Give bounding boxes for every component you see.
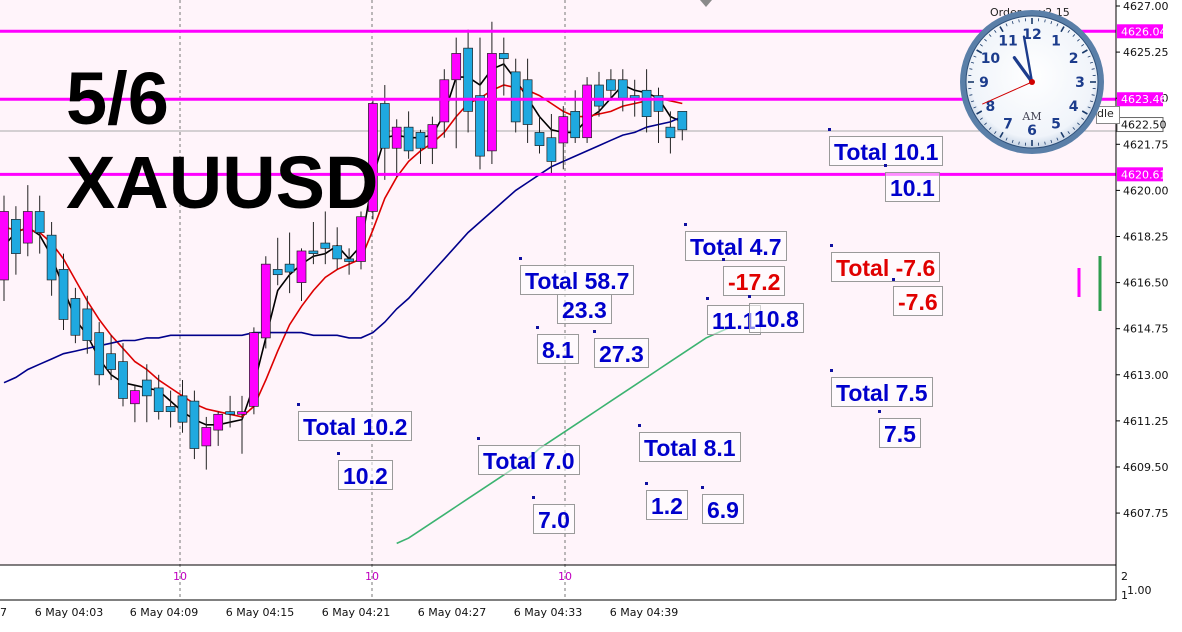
title-date: 5/6: [66, 57, 169, 140]
profit-annotation[interactable]: -17.2: [723, 266, 786, 296]
clock-number: 3: [1075, 75, 1085, 91]
clock-number: 11: [998, 33, 1017, 49]
price-tick-label: 4625.25: [1123, 46, 1169, 59]
profit-annotation[interactable]: 7.5: [879, 418, 921, 448]
profit-annotation[interactable]: 6.9: [702, 494, 744, 524]
chart-scroll-arrow-icon[interactable]: [700, 0, 712, 7]
clock-number: 1: [1051, 33, 1061, 49]
price-tick-label: 4618.25: [1123, 230, 1169, 243]
price-tick-label: 4627.00: [1123, 0, 1169, 13]
time-tick-label: 6 May 04:03: [35, 606, 103, 619]
annotation-anchor[interactable]: [830, 369, 833, 372]
separator-label: 10: [365, 570, 379, 583]
annotation-anchor[interactable]: [830, 244, 833, 247]
profit-annotation[interactable]: 7.0: [533, 504, 575, 534]
indicator-axis-label: 1.00: [1127, 584, 1152, 597]
profit-annotation[interactable]: 23.3: [557, 294, 612, 324]
annotation-anchor[interactable]: [684, 223, 687, 226]
candle: [249, 327, 259, 415]
candle: [260, 256, 271, 349]
profit-annotation[interactable]: 1.2: [646, 490, 688, 520]
price-tick-label: 4614.75: [1123, 323, 1169, 336]
separator-label: 10: [558, 570, 572, 583]
profit-annotation[interactable]: Total -7.6: [831, 252, 941, 282]
clock-number: 4: [1069, 99, 1079, 115]
time-tick-label: 6 May 04:39: [610, 606, 678, 619]
clock-number: 9: [979, 75, 989, 91]
annotation-anchor[interactable]: [297, 403, 300, 406]
profit-annotation[interactable]: Total 7.5: [831, 377, 933, 407]
analog-clock: 12 1 2 3 4 5 6 7 8 9 10 11 AM: [958, 8, 1106, 156]
candle: [582, 77, 592, 143]
annotation-anchor[interactable]: [645, 482, 648, 485]
indicator-axis-label: 2: [1121, 570, 1128, 583]
time-tick-label: 7: [0, 606, 7, 619]
time-tick-label: 6 May 04:15: [226, 606, 294, 619]
title-symbol: XAUUSD: [66, 141, 379, 224]
indicator-axis-label: 1: [1121, 589, 1128, 602]
clock-center: [1029, 79, 1035, 85]
separator-label: 10: [173, 570, 187, 583]
annotation-anchor[interactable]: [706, 297, 709, 300]
profit-annotation[interactable]: 8.1: [537, 334, 579, 364]
time-tick-label: 6 May 04:27: [418, 606, 486, 619]
price-tick-label: 4611.25: [1123, 415, 1169, 428]
profit-annotation[interactable]: Total 7.0: [478, 445, 580, 475]
price-tick-label: 4607.75: [1123, 507, 1169, 520]
current-price-label: 4622.50: [1121, 119, 1167, 132]
clock-icon: 12 1234567891011 AM: [960, 10, 1104, 154]
clock-ampm: AM: [1021, 110, 1041, 123]
clock-number: 7: [1003, 117, 1013, 133]
annotation-anchor[interactable]: [593, 330, 596, 333]
time-tick-label: 6 May 04:09: [130, 606, 198, 619]
profit-annotation[interactable]: Total 10.1: [829, 136, 944, 166]
chart-window: 4626.044623.464620.61 4627.004625.254623…: [0, 0, 1182, 632]
price-tick-label: 4616.50: [1123, 277, 1169, 290]
profit-annotation[interactable]: -7.6: [893, 286, 943, 316]
profit-annotation[interactable]: 10.8: [749, 303, 804, 333]
time-tick-label: 6 May 04:33: [514, 606, 582, 619]
clock-number: 2: [1069, 51, 1079, 67]
price-tick-label: 4620.00: [1123, 184, 1169, 197]
price-tick-label: 4613.00: [1123, 369, 1169, 382]
price-tick-label: 4621.75: [1123, 138, 1169, 151]
annotation-anchor[interactable]: [638, 424, 641, 427]
annotation-anchor[interactable]: [536, 326, 539, 329]
profit-annotation[interactable]: 10.2: [338, 460, 393, 490]
annotation-anchor[interactable]: [477, 437, 480, 440]
profit-annotation[interactable]: Total 58.7: [520, 265, 635, 295]
clock-number: 6: [1027, 123, 1037, 139]
candle: [189, 390, 200, 460]
annotation-anchor[interactable]: [892, 278, 895, 281]
level-price-tag-label: 4620.61: [1121, 168, 1167, 181]
annotation-anchor[interactable]: [748, 295, 751, 298]
price-tick-label: 4609.50: [1123, 461, 1169, 474]
profit-annotation[interactable]: Total 4.7: [685, 231, 787, 261]
profit-annotation[interactable]: Total 10.2: [298, 411, 413, 441]
annotation-anchor[interactable]: [701, 486, 704, 489]
profit-annotation[interactable]: 10.1: [885, 172, 940, 202]
clock-number: 8: [986, 99, 996, 115]
clock-number: 5: [1051, 117, 1061, 133]
level-price-tag-label: 4623.46: [1121, 93, 1167, 106]
profit-annotation[interactable]: Total 8.1: [639, 432, 741, 462]
annotation-anchor[interactable]: [828, 128, 831, 131]
time-tick-label: 6 May 04:21: [322, 606, 390, 619]
annotation-anchor[interactable]: [884, 164, 887, 167]
annotation-anchor[interactable]: [878, 410, 881, 413]
annotation-anchor[interactable]: [519, 257, 522, 260]
clock-number: 10: [981, 51, 1001, 67]
level-price-tag-label: 4626.04: [1121, 25, 1167, 38]
annotation-anchor[interactable]: [337, 452, 340, 455]
profit-annotation[interactable]: 27.3: [594, 338, 649, 368]
annotation-anchor[interactable]: [722, 258, 725, 261]
annotation-anchor[interactable]: [556, 286, 559, 289]
annotation-anchor[interactable]: [532, 496, 535, 499]
